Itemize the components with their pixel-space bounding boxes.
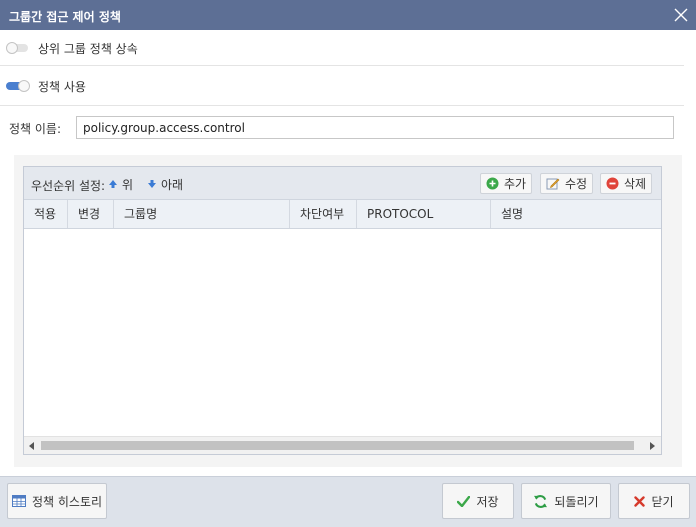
add-icon (486, 177, 499, 190)
edit-icon (546, 178, 560, 190)
inherit-toggle-label: 상위 그룹 정책 상속 (38, 41, 138, 56)
inherit-toggle[interactable] (6, 42, 32, 54)
check-icon (457, 495, 471, 507)
close-x-icon (634, 495, 646, 507)
close-button[interactable]: 닫기 (618, 483, 690, 519)
policy-history-label: 정책 히스토리 (31, 494, 103, 509)
move-up-label: 위 (122, 177, 134, 192)
revert-label: 되돌리기 (554, 494, 599, 509)
policy-grid: 우선순위 설정: 위 아래 추가 수정 삭제 적용 변경 그룹명 차단여부 PR… (23, 166, 662, 455)
move-down-button[interactable]: 아래 (147, 176, 183, 192)
access-control-dialog: 그룹간 접근 제어 정책 상위 그룹 정책 상속 정책 사용 정책 이름: 우선… (0, 0, 696, 527)
column-header-apply[interactable]: 적용 (24, 200, 68, 228)
column-header-description[interactable]: 설명 (491, 200, 661, 228)
delete-icon (606, 177, 619, 190)
policy-name-row: 정책 이름: (9, 116, 679, 140)
move-up-button[interactable]: 위 (108, 176, 133, 192)
scroll-right-icon[interactable] (644, 437, 660, 454)
divider (0, 65, 684, 66)
delete-button[interactable]: 삭제 (600, 173, 653, 194)
use-toggle-row: 정책 사용 (6, 76, 86, 96)
column-header-block[interactable]: 차단여부 (290, 200, 357, 228)
column-header-group-name[interactable]: 그룹명 (114, 200, 290, 228)
edit-label: 수정 (565, 177, 588, 191)
revert-button[interactable]: 되돌리기 (521, 483, 611, 519)
policy-use-toggle[interactable] (6, 80, 32, 92)
policy-name-input[interactable] (76, 116, 674, 139)
divider (0, 105, 684, 106)
grid-body (24, 229, 661, 436)
arrow-up-icon (109, 180, 117, 188)
arrow-down-icon (148, 180, 156, 188)
table-icon (11, 495, 26, 507)
save-label: 저장 (476, 494, 499, 509)
save-button[interactable]: 저장 (442, 483, 514, 519)
column-header-change[interactable]: 변경 (68, 200, 114, 228)
horizontal-scrollbar[interactable] (24, 436, 661, 454)
delete-label: 삭제 (624, 177, 647, 191)
grid-toolbar: 우선순위 설정: 위 아래 추가 수정 삭제 (24, 167, 661, 200)
grid-header: 적용 변경 그룹명 차단여부 PROTOCOL 설명 (24, 200, 661, 229)
close-label: 닫기 (651, 494, 674, 509)
priority-label: 우선순위 설정: (31, 179, 106, 193)
policy-use-label: 정책 사용 (38, 79, 86, 94)
dialog-footer: 정책 히스토리 저장 되돌리기 닫기 (0, 476, 696, 527)
move-down-label: 아래 (161, 177, 184, 192)
column-header-protocol[interactable]: PROTOCOL (357, 200, 491, 228)
add-label: 추가 (504, 177, 527, 191)
title-bar: 그룹간 접근 제어 정책 (0, 0, 696, 30)
edit-button[interactable]: 수정 (540, 173, 594, 194)
add-button[interactable]: 추가 (480, 173, 533, 194)
dialog-title: 그룹간 접근 제어 정책 (9, 10, 121, 24)
inherit-toggle-row: 상위 그룹 정책 상속 (6, 38, 138, 58)
refresh-icon (534, 494, 548, 508)
scrollbar-thumb[interactable] (41, 441, 634, 450)
scroll-left-icon[interactable] (24, 437, 40, 454)
close-icon[interactable] (672, 6, 690, 24)
policy-name-label: 정책 이름: (9, 122, 62, 136)
policy-history-button[interactable]: 정책 히스토리 (7, 483, 107, 519)
